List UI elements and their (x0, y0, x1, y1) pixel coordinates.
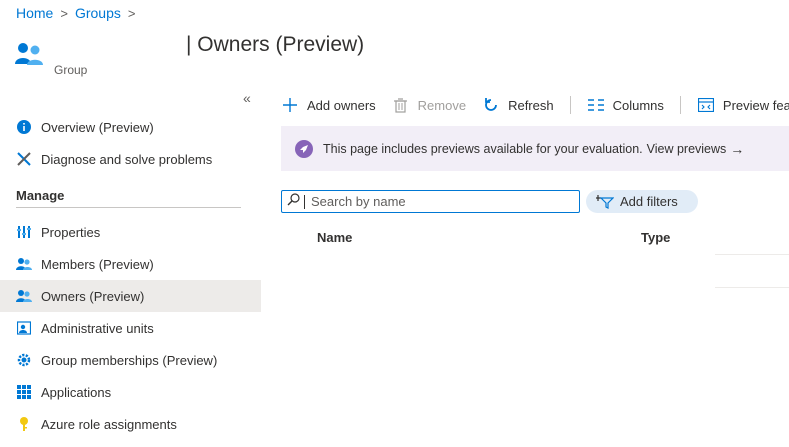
page-subtitle: Group (54, 63, 88, 77)
columns-label: Columns (612, 97, 664, 113)
members-icon (16, 256, 32, 272)
search-input[interactable] (311, 194, 571, 209)
preview-features-button[interactable]: Preview featu (697, 96, 789, 114)
sidebar-item-group-memberships[interactable]: Group memberships (Preview) (0, 344, 261, 376)
search-box[interactable] (281, 190, 580, 213)
breadcrumb-separator: > (127, 5, 136, 21)
sidebar-item-applications[interactable]: Applications (0, 376, 261, 408)
sidebar-item-label: Members (Preview) (41, 256, 154, 272)
preview-banner: This page includes previews available fo… (281, 126, 789, 171)
sidebar-item-label: Owners (Preview) (41, 288, 145, 304)
filter-icon (596, 194, 614, 209)
remove-label: Remove (417, 97, 467, 113)
sidebar-item-label: Azure role assignments (41, 416, 177, 432)
add-owners-label: Add owners (307, 97, 376, 113)
section-divider (16, 207, 241, 208)
sidebar-item-properties[interactable]: Properties (0, 216, 261, 248)
sidebar: Overview (Preview) Diagnose and solve pr… (0, 111, 261, 440)
breadcrumb: Home > Groups > (16, 5, 142, 21)
add-owners-button[interactable]: Add owners (281, 96, 376, 114)
page-title: | Owners (Preview) (186, 33, 365, 56)
group-icon (14, 40, 48, 68)
breadcrumb-groups[interactable]: Groups (75, 5, 121, 21)
info-icon (16, 119, 32, 135)
sidebar-item-label: Group memberships (Preview) (41, 352, 218, 368)
wrench-icon (16, 151, 32, 167)
sidebar-item-members[interactable]: Members (Preview) (0, 248, 261, 280)
column-header-type[interactable]: Type (641, 230, 670, 245)
search-icon (287, 192, 300, 211)
sidebar-item-label: Applications (41, 384, 112, 400)
column-header-name[interactable]: Name (317, 230, 352, 245)
add-filters-button[interactable]: Add filters (586, 190, 698, 213)
plus-icon (281, 96, 299, 114)
key-icon (16, 416, 32, 432)
sidebar-item-admin-units[interactable]: Administrative units (0, 312, 261, 344)
add-filters-label: Add filters (620, 194, 678, 209)
owners-icon (16, 288, 32, 304)
command-bar: Add owners Remove Refresh Columns Previe… (281, 90, 789, 120)
remove-button[interactable]: Remove (392, 96, 466, 114)
columns-icon (587, 96, 605, 114)
admin-units-icon (16, 320, 32, 336)
section-label-manage: Manage (16, 187, 65, 203)
grid-icon (16, 384, 32, 400)
text-caret (304, 194, 305, 209)
breadcrumb-separator: > (60, 5, 68, 21)
breadcrumb-home[interactable]: Home (16, 5, 53, 21)
sidebar-item-overview[interactable]: Overview (Preview) (0, 111, 261, 143)
columns-button[interactable]: Columns (587, 96, 664, 114)
table-divider (715, 254, 789, 255)
sidebar-item-label: Overview (Preview) (41, 119, 154, 135)
refresh-button[interactable]: Refresh (482, 96, 554, 114)
view-previews-link[interactable]: View previews (647, 142, 727, 156)
refresh-label: Refresh (508, 97, 554, 113)
properties-icon (16, 224, 32, 240)
preview-icon (697, 96, 715, 114)
sidebar-item-label: Properties (41, 224, 101, 240)
arrow-right-icon: → (730, 140, 745, 157)
table-divider (715, 287, 789, 288)
sidebar-item-diagnose[interactable]: Diagnose and solve problems (0, 143, 261, 175)
preview-features-label: Preview featu (722, 97, 789, 113)
sidebar-item-label: Administrative units (41, 320, 154, 336)
sidebar-item-label: Diagnose and solve problems (41, 151, 213, 167)
sidebar-item-owners[interactable]: Owners (Preview) (0, 280, 261, 312)
collapse-sidebar-button[interactable]: « (243, 90, 251, 106)
trash-icon (392, 96, 410, 114)
toolbar-separator (569, 96, 571, 114)
gear-icon (16, 352, 32, 368)
refresh-icon (482, 96, 500, 114)
sidebar-item-azure-roles[interactable]: Azure role assignments (0, 408, 261, 440)
banner-text: This page includes previews available fo… (323, 141, 643, 156)
toolbar-separator (679, 96, 681, 114)
rocket-icon (295, 139, 313, 158)
